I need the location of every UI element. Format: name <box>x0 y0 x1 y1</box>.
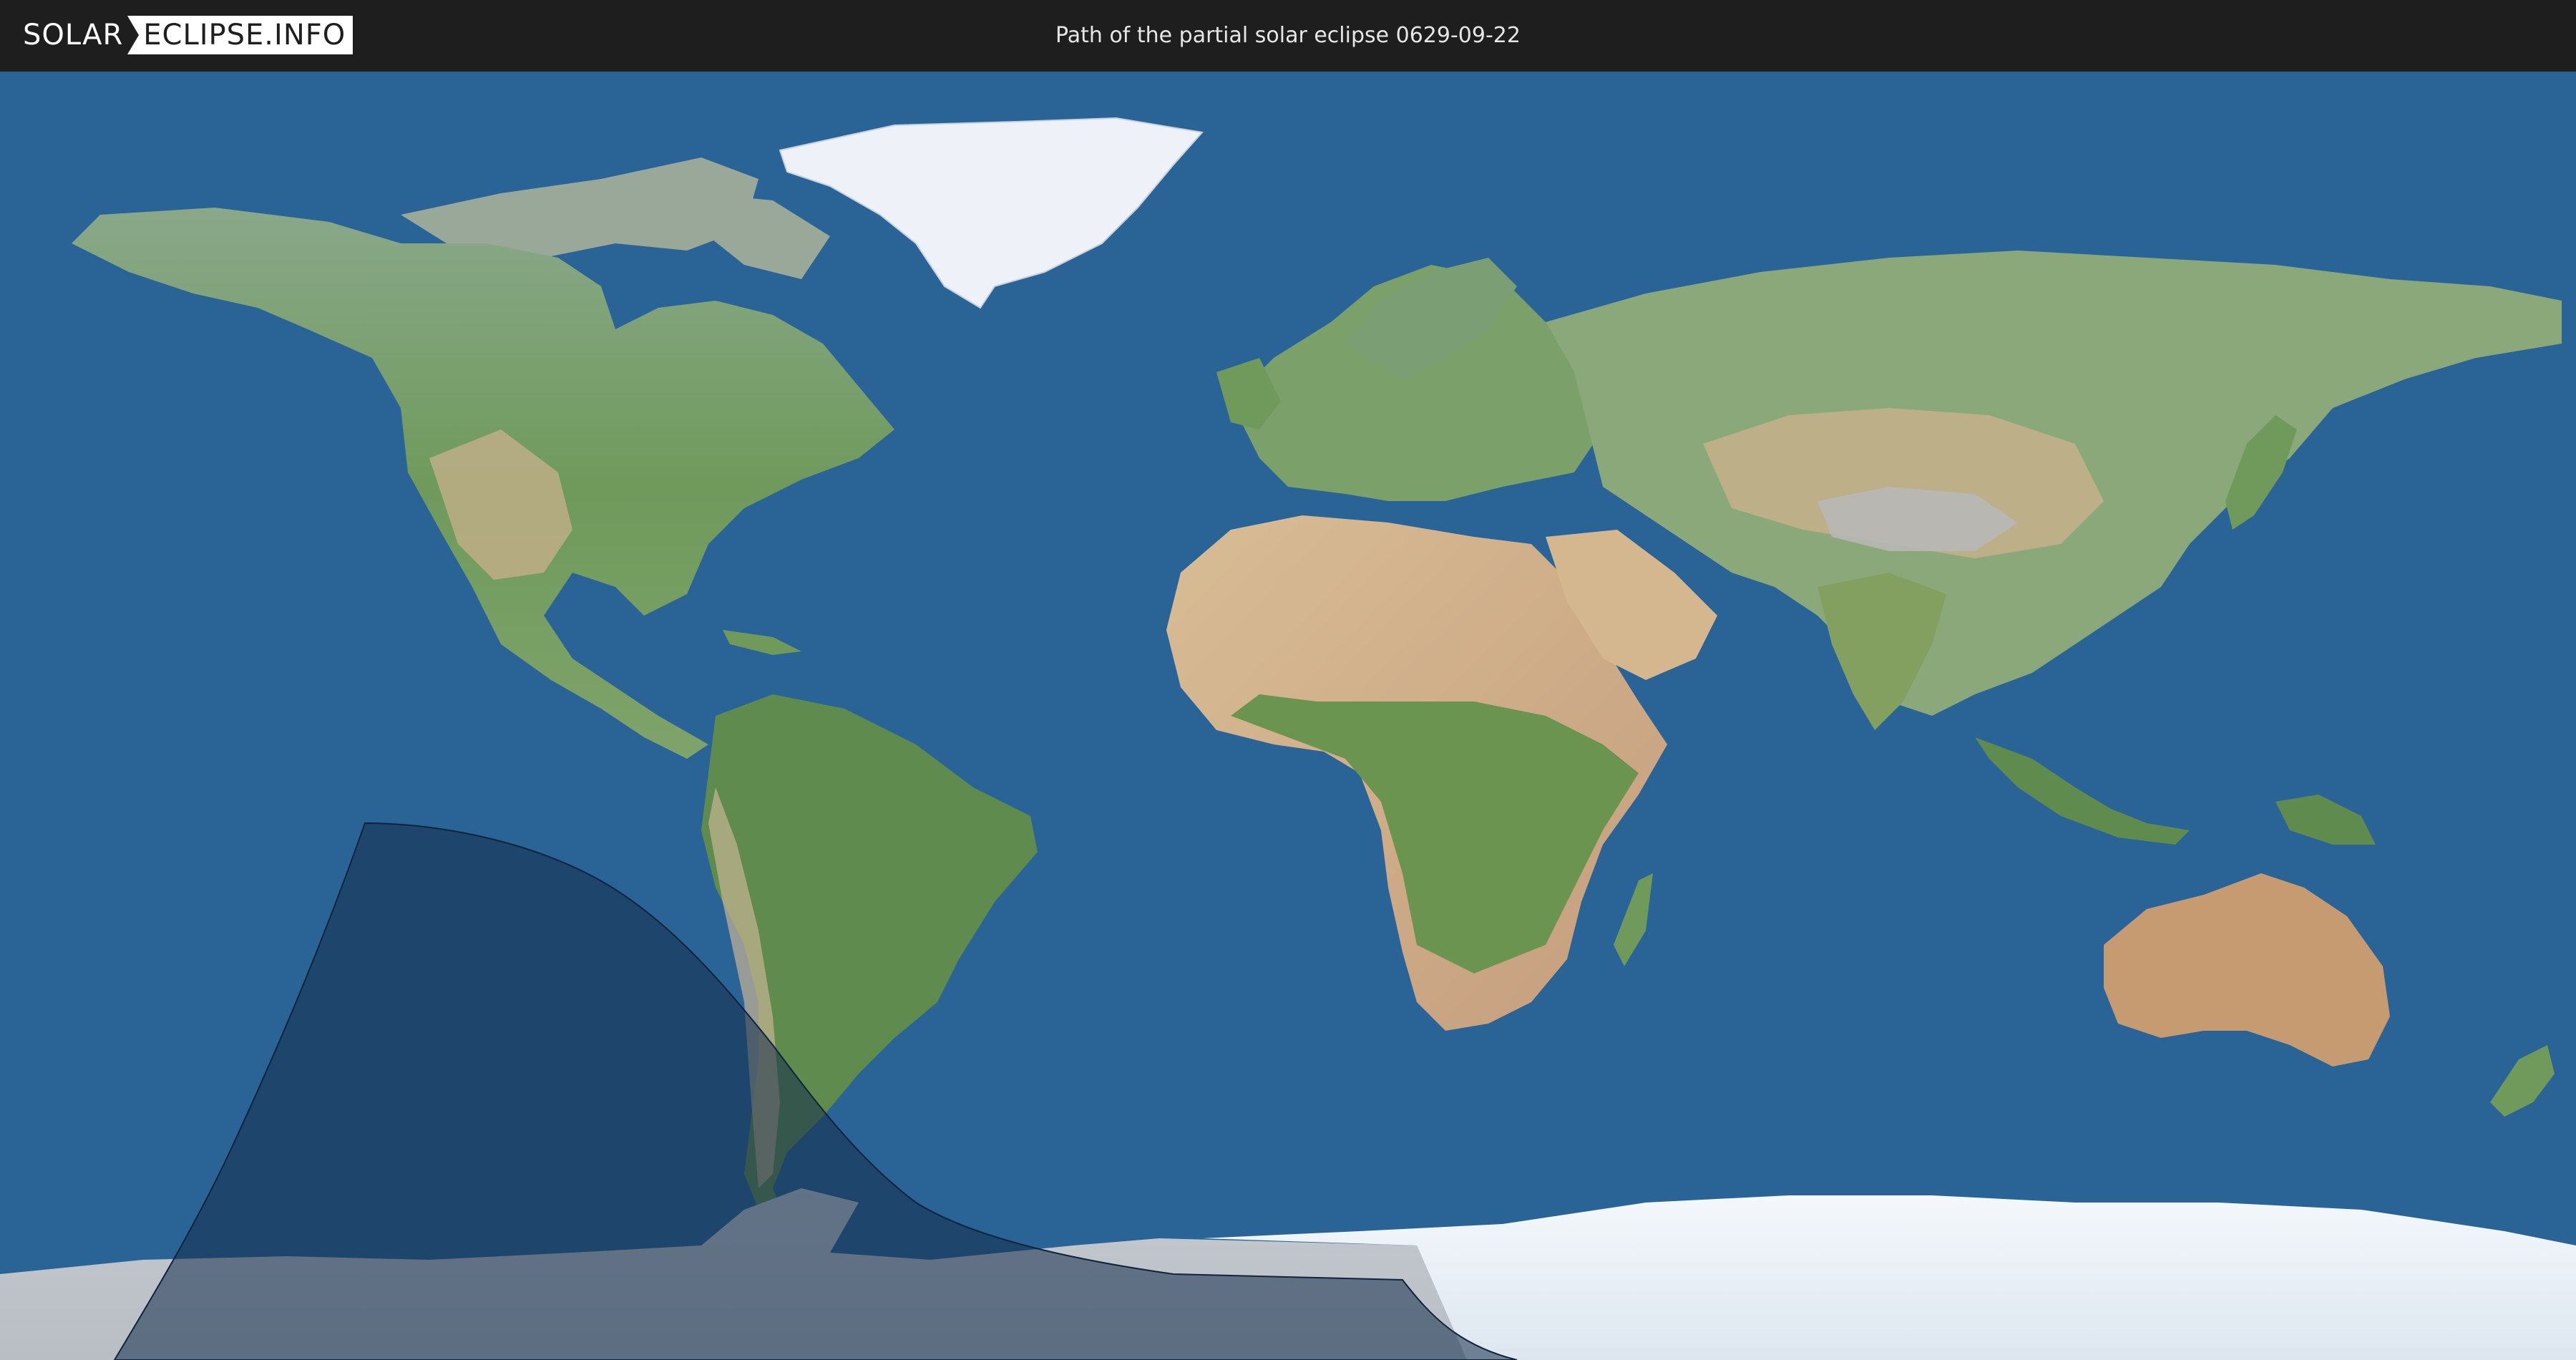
app-root: SOLAR ECLIPSE.INFO Path of the partial s… <box>0 0 2576 1360</box>
page-title: Path of the partial solar eclipse 0629-0… <box>1055 23 1521 48</box>
map-container[interactable] <box>0 72 2576 1360</box>
world-map[interactable] <box>0 72 2576 1360</box>
top-bar: SOLAR ECLIPSE.INFO Path of the partial s… <box>0 0 2576 72</box>
